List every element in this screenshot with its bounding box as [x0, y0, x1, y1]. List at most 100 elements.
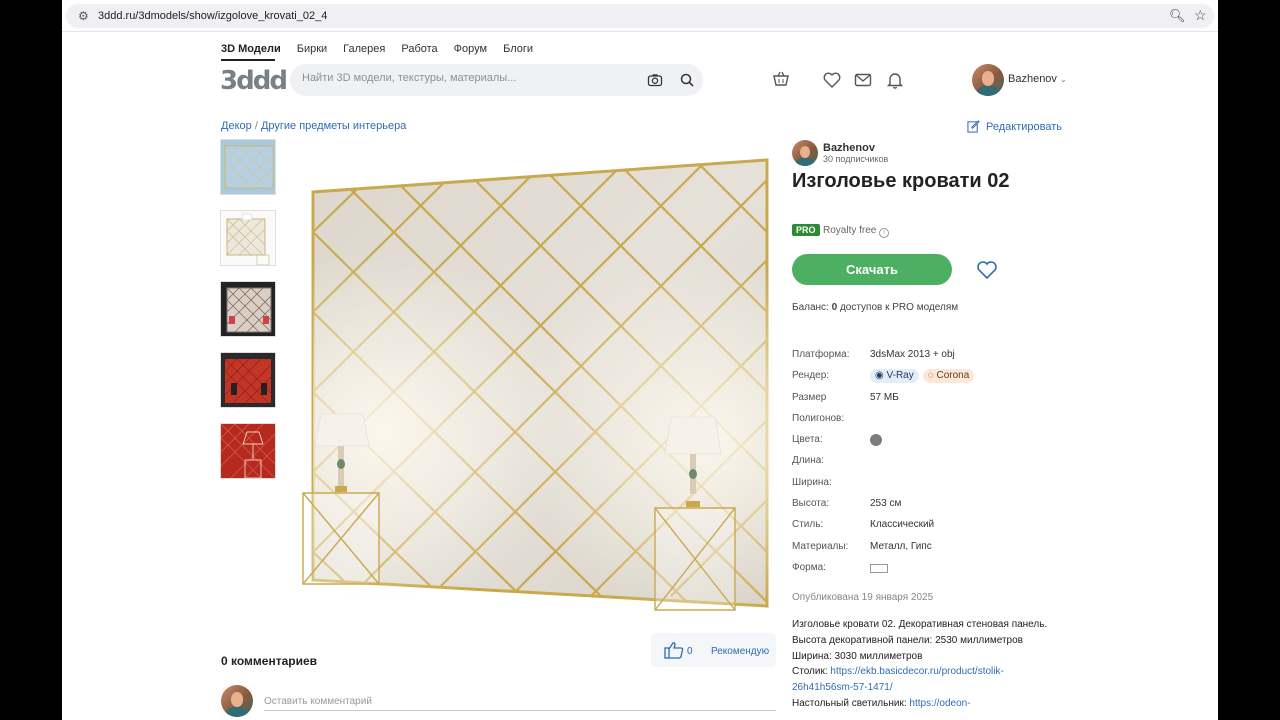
site-settings-icon[interactable]: ⚙ — [78, 9, 92, 23]
description-line: Высота декоративной панели: 2530 миллиме… — [792, 634, 1023, 646]
spec-label: Материалы: — [792, 540, 849, 552]
thumbnail-2[interactable] — [220, 210, 276, 266]
balance-suffix: доступов к PRO моделям — [837, 302, 959, 313]
corona-label: Corona — [936, 370, 970, 382]
search-icon[interactable] — [679, 72, 695, 88]
url-text[interactable]: 3ddd.ru/3dmodels/show/izgolove_krovati_0… — [98, 9, 327, 23]
lamp-link[interactable]: https://odeon- — [909, 698, 970, 709]
spec-value[interactable]: Металл, Гипс — [870, 541, 932, 552]
model-preview-image[interactable] — [291, 136, 781, 616]
thumbnail-5[interactable] — [220, 423, 276, 479]
user-menu[interactable]: Bazhenov ⌄ — [1008, 73, 1067, 85]
recommend-button[interactable]: Рекомендую — [711, 646, 769, 657]
browser-toolbar: ⚙ 3ddd.ru/3dmodels/show/izgolove_krovati… — [62, 0, 1218, 32]
thumbnail-strip — [220, 139, 277, 494]
cart-icon[interactable] — [771, 70, 791, 90]
thumbnail-1[interactable] — [220, 139, 276, 195]
breadcrumb-current[interactable]: Другие предметы интерьера — [261, 120, 406, 132]
spec-render: Рендер: ◉ V-Ray ◌ Corona — [792, 369, 1092, 391]
spec-label: Форма: — [792, 561, 826, 573]
nav-3d-models[interactable]: 3D Модели — [221, 42, 281, 58]
balance-text: Баланс: 0 доступов к PRO моделям — [792, 302, 958, 313]
active-nav-indicator — [221, 59, 275, 61]
comment-input[interactable] — [264, 695, 776, 711]
search-bar — [290, 64, 703, 96]
breadcrumb-separator: / — [254, 120, 258, 132]
description-line: Изголовье кровати 02. Декоративная стено… — [792, 619, 1048, 630]
spec-label: Длина: — [792, 455, 825, 467]
spec-value — [870, 434, 882, 449]
author-name[interactable]: Bazhenov — [823, 142, 875, 154]
description: Изголовье кровати 02. Декоративная стено… — [792, 617, 1052, 712]
spec-label: Ширина: — [792, 476, 832, 488]
nav-forum[interactable]: Форум — [454, 42, 487, 58]
spec-style: Стиль: Классический — [792, 519, 1092, 540]
thumbnail-3[interactable] — [220, 281, 276, 337]
nav-jobs[interactable]: Работа — [401, 42, 437, 58]
browser-window: ⚙ 3ddd.ru/3dmodels/show/izgolove_krovati… — [62, 0, 1218, 720]
page-title: Изголовье кровати 02 — [792, 170, 1010, 192]
user-avatar[interactable] — [972, 64, 1004, 96]
spec-label: Рендер: — [792, 370, 830, 382]
spec-label: Высота: — [792, 498, 830, 510]
author-subscribers: 30 подписчиков — [823, 154, 889, 164]
comments-title: 0 комментариев — [221, 654, 318, 668]
vray-badge[interactable]: ◉ V-Ray — [870, 369, 919, 384]
search-input[interactable] — [302, 72, 632, 84]
rectangle-shape-icon[interactable] — [870, 563, 888, 573]
nav-tags[interactable]: Бирки — [297, 42, 327, 58]
top-nav: 3D Модели Бирки Галерея Работа Форум Бло… — [221, 42, 549, 58]
camera-search-icon[interactable] — [647, 72, 663, 88]
edit-pencil-icon — [967, 120, 980, 133]
spec-colors: Цвета: — [792, 434, 1092, 455]
download-button[interactable]: Скачать — [792, 254, 952, 285]
pro-badge: PRO — [792, 224, 820, 236]
commenter-avatar — [221, 685, 253, 717]
spec-value: 57 МБ — [870, 391, 899, 403]
description-line: Ширина: 3030 миллиметров — [792, 650, 923, 662]
table-label: Столик: — [792, 666, 831, 678]
spec-value[interactable]: Классический — [870, 519, 934, 530]
edit-label: Редактировать — [986, 120, 1062, 133]
address-bar[interactable]: ⚙ 3ddd.ru/3dmodels/show/izgolove_krovati… — [66, 4, 1214, 28]
spec-size: Размер 57 МБ — [792, 392, 1092, 413]
thumbs-up-icon[interactable] — [664, 641, 684, 659]
spec-label: Размер — [792, 391, 827, 403]
breadcrumb-decor[interactable]: Декор — [221, 120, 252, 132]
recommend-box: 0 Рекомендую — [651, 633, 776, 667]
zoom-icon[interactable]: 🔍︎ — [1169, 8, 1186, 24]
info-icon[interactable]: i — [879, 228, 890, 238]
spec-value: 3dsMax 2013 + obj — [870, 349, 955, 360]
description-line: Настольный светильник: https://odeon- — [792, 696, 1052, 712]
spec-height: Высота: 253 см — [792, 498, 1092, 519]
spec-value: 253 см — [870, 498, 902, 510]
spec-polygons: Полигонов: — [792, 413, 1092, 434]
spec-platform: Платформа: 3dsMax 2013 + obj — [792, 349, 1092, 370]
nav-blogs[interactable]: Блоги — [503, 42, 533, 58]
edit-button[interactable]: Редактировать — [967, 120, 1062, 133]
nav-gallery[interactable]: Галерея — [343, 42, 385, 58]
notifications-bell-icon[interactable] — [885, 70, 905, 90]
bookmark-star-icon[interactable]: ☆ — [1194, 7, 1207, 24]
license-text: Royalty free — [823, 225, 877, 236]
author-avatar[interactable] — [792, 140, 818, 166]
color-swatch[interactable] — [870, 434, 882, 447]
spec-value: ◉ V-Ray ◌ Corona — [870, 369, 978, 384]
spec-length: Длина: — [792, 455, 1092, 476]
license-label: Royalty free i — [823, 225, 890, 238]
messages-icon[interactable] — [853, 70, 873, 90]
corona-badge[interactable]: ◌ Corona — [922, 369, 975, 384]
thumbnail-4[interactable] — [220, 352, 276, 408]
username: Bazhenov — [1008, 73, 1057, 85]
favorites-heart-icon[interactable] — [822, 70, 842, 90]
published-date: Опубликована 19 января 2025 — [792, 592, 934, 603]
balance-prefix: Баланс: — [792, 302, 832, 313]
vray-label: V-Ray — [886, 370, 914, 382]
site-logo[interactable]: 3ddd — [220, 66, 288, 96]
spec-label: Полигонов: — [792, 412, 845, 424]
spec-value — [870, 562, 888, 576]
spec-label: Стиль: — [792, 519, 824, 531]
spec-shape: Форма: — [792, 562, 1092, 583]
spec-label: Цвета: — [792, 434, 823, 446]
add-favorite-heart-icon[interactable] — [976, 259, 998, 281]
